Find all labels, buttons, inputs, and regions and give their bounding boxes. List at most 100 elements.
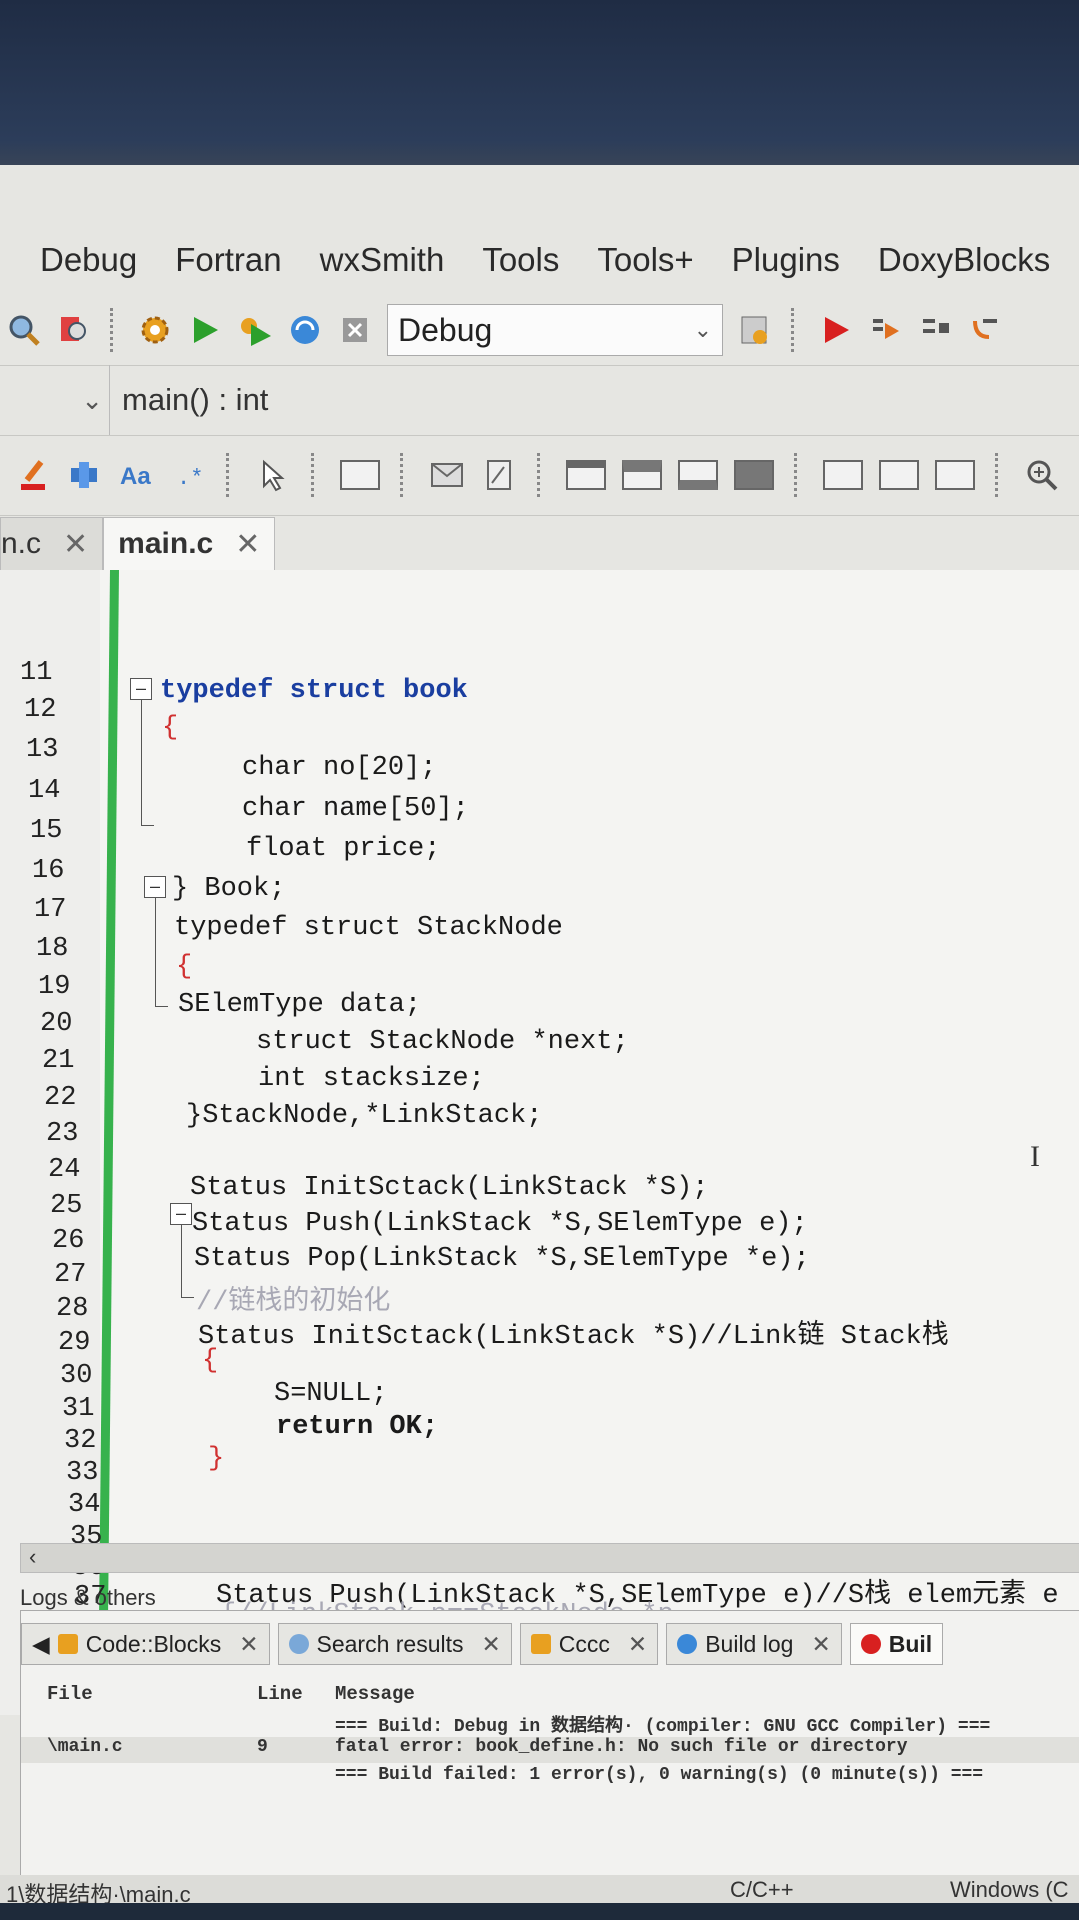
build-log-icon bbox=[677, 1634, 698, 1654]
layout-middle-icon[interactable] bbox=[622, 460, 662, 490]
log-message: === Build failed: 1 error(s), 0 warning(… bbox=[335, 1765, 984, 1785]
build-messages-icon bbox=[860, 1634, 881, 1654]
code-line: 31 return OK; bbox=[0, 1376, 1079, 1442]
close-icon[interactable]: ✕ bbox=[235, 527, 260, 562]
code-line: 33 bbox=[0, 1440, 1079, 1488]
close-icon[interactable]: ✕ bbox=[482, 1631, 501, 1658]
menu-bar: Debug Fortran wxSmith Tools Tools+ Plugi… bbox=[0, 225, 1079, 295]
tab-scroll-left-icon[interactable]: ◀ bbox=[32, 1631, 50, 1658]
tab-main-c[interactable]: main.c ✕ bbox=[103, 517, 276, 570]
code-line: 35 //链栈的入栈 bbox=[0, 1504, 1079, 1580]
mail-shape-icon[interactable] bbox=[429, 457, 465, 493]
log-tabs: ◀ Code::Blocks ✕ Search results ✕ Cccc ✕… bbox=[21, 1621, 951, 1667]
run-icon[interactable] bbox=[187, 312, 223, 348]
build-options-icon[interactable] bbox=[737, 312, 773, 348]
debug-start-icon[interactable] bbox=[818, 312, 854, 348]
column-header-line[interactable]: Line bbox=[257, 1683, 303, 1705]
frame-icon[interactable] bbox=[823, 460, 863, 490]
code-line: 23 bbox=[0, 1101, 1079, 1149]
frame-alt-icon[interactable] bbox=[879, 460, 919, 490]
close-icon[interactable]: ✕ bbox=[628, 1631, 647, 1658]
column-header-message[interactable]: Message bbox=[335, 1683, 415, 1705]
layout-bottom-icon[interactable] bbox=[678, 460, 718, 490]
codeblocks-window: Debug Fortran wxSmith Tools Tools+ Plugi… bbox=[0, 165, 1079, 1920]
code-line: 30 S=NULL; bbox=[0, 1343, 1079, 1409]
code-line: 28 Status InitSctack(LinkStack *S)//Link… bbox=[0, 1276, 1079, 1352]
log-row[interactable]: === Build failed: 1 error(s), 0 warning(… bbox=[21, 1765, 1079, 1789]
build-gear-icon[interactable] bbox=[137, 312, 173, 348]
menu-wxsmith[interactable]: wxSmith bbox=[320, 241, 445, 279]
status-bar: 1\数据结构·\main.c C/C++ Windows (C bbox=[0, 1875, 1079, 1907]
log-row-error[interactable]: \main.c 9 fatal error: book_define.h: No… bbox=[21, 1737, 1079, 1763]
build-target-select[interactable]: Debug ⌄ bbox=[387, 304, 723, 356]
close-icon[interactable]: ✕ bbox=[63, 527, 88, 562]
toolbar-grip[interactable] bbox=[791, 308, 800, 352]
code-line: 29 { bbox=[0, 1310, 1079, 1376]
build-and-run-icon[interactable] bbox=[237, 312, 273, 348]
close-icon[interactable]: ✕ bbox=[811, 1631, 830, 1658]
next-line-icon[interactable] bbox=[918, 312, 954, 348]
code-line: 25 Status Push(LinkStack *S,SElemType e)… bbox=[0, 1173, 1079, 1239]
toolbar-grip[interactable] bbox=[400, 453, 409, 497]
column-header-file[interactable]: File bbox=[47, 1683, 93, 1705]
document-shape-icon[interactable] bbox=[481, 457, 517, 493]
fold-line bbox=[155, 898, 156, 1006]
logs-panel-title: Logs & others bbox=[20, 1585, 156, 1610]
step-into-icon[interactable] bbox=[968, 312, 1004, 348]
tab-label: main.c bbox=[118, 527, 214, 560]
menu-plugins[interactable]: Plugins bbox=[732, 241, 840, 279]
run-to-cursor-icon[interactable] bbox=[868, 312, 904, 348]
toolbar-grip[interactable] bbox=[226, 453, 235, 497]
tab-codeblocks-log[interactable]: ◀ Code::Blocks ✕ bbox=[21, 1623, 270, 1665]
menu-tools-plus[interactable]: Tools+ bbox=[597, 241, 693, 279]
frame-cross-icon[interactable] bbox=[935, 460, 975, 490]
menu-doxyblocks[interactable]: DoxyBlocks bbox=[878, 241, 1050, 279]
editor-horizontal-scrollbar[interactable]: ‹ bbox=[20, 1543, 1079, 1573]
code-line: 18 { bbox=[0, 916, 1079, 982]
abort-icon[interactable] bbox=[337, 312, 373, 348]
tab-build-log[interactable]: Build log ✕ bbox=[666, 1623, 842, 1665]
highlight-icon[interactable] bbox=[14, 457, 50, 493]
layout-full-icon[interactable] bbox=[734, 460, 774, 490]
layout-top-icon[interactable] bbox=[566, 460, 606, 490]
toolbar-grip[interactable] bbox=[995, 453, 1004, 497]
code-line: 13 char no[20]; bbox=[0, 717, 1079, 783]
log-row[interactable]: === Build: Debug in 数据结构· (compiler: GNU… bbox=[21, 1711, 1079, 1737]
toolbar-grip[interactable] bbox=[537, 453, 546, 497]
tab-n-c[interactable]: n.c ✕ bbox=[0, 517, 104, 570]
tab-label: Build log bbox=[705, 1630, 794, 1657]
scope-dropdown[interactable]: ⌄ bbox=[0, 365, 110, 435]
function-select[interactable]: main() : int bbox=[110, 382, 268, 418]
cccc-icon bbox=[530, 1634, 551, 1654]
regex-icon[interactable]: .* bbox=[170, 457, 206, 493]
code-line: 16 } Book; bbox=[0, 838, 1079, 904]
tab-search-results[interactable]: Search results ✕ bbox=[277, 1623, 512, 1665]
tab-build-messages[interactable]: Buil bbox=[849, 1623, 944, 1665]
toolbar-grip[interactable] bbox=[311, 453, 320, 497]
tab-cccc[interactable]: Cccc ✕ bbox=[519, 1623, 659, 1665]
component-icon[interactable] bbox=[66, 457, 102, 493]
log-message: === Build: Debug in 数据结构· (compiler: GNU… bbox=[335, 1717, 991, 1737]
toolbar-grip[interactable] bbox=[110, 308, 119, 352]
build-target-value: Debug bbox=[398, 311, 493, 348]
code-line: 19 SElemType data; bbox=[0, 954, 1079, 1020]
rebuild-icon[interactable] bbox=[287, 312, 323, 348]
zoom-in-icon[interactable] bbox=[1024, 457, 1060, 493]
pointer-icon[interactable] bbox=[255, 457, 291, 493]
match-case-icon[interactable]: Aa bbox=[118, 457, 154, 493]
panel-shape-icon[interactable] bbox=[340, 460, 380, 490]
replace-icon[interactable] bbox=[56, 312, 92, 348]
menu-debug[interactable]: Debug bbox=[40, 241, 137, 279]
menu-tools[interactable]: Tools bbox=[482, 241, 559, 279]
scroll-left-icon[interactable]: ‹ bbox=[29, 1544, 36, 1570]
tab-label: n.c bbox=[1, 527, 42, 560]
status-eol: Windows (C bbox=[950, 1877, 1069, 1902]
menu-fortran[interactable]: Fortran bbox=[175, 241, 281, 279]
close-icon[interactable]: ✕ bbox=[239, 1631, 258, 1658]
logs-panel: ◀ Code::Blocks ✕ Search results ✕ Cccc ✕… bbox=[20, 1610, 1079, 1877]
code-line: 15 float price; bbox=[0, 798, 1079, 864]
find-icon[interactable] bbox=[6, 312, 42, 348]
taskbar bbox=[0, 1903, 1079, 1920]
codeblocks-icon bbox=[57, 1634, 78, 1654]
toolbar-grip[interactable] bbox=[794, 453, 803, 497]
